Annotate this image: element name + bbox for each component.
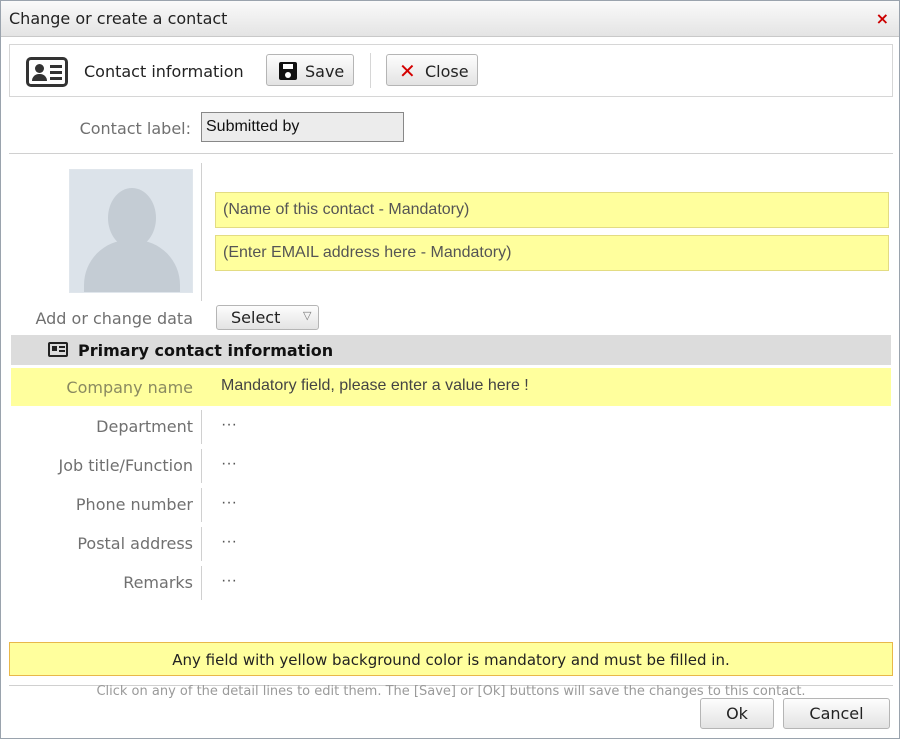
contact-dialog: Change or create a contact × Contact inf… (0, 0, 900, 739)
dialog-title: Change or create a contact (9, 9, 228, 28)
row-divider (201, 527, 202, 561)
close-x-icon: ✕ (399, 59, 416, 83)
row-label: Company name (66, 378, 193, 397)
floppy-disk-icon (279, 62, 297, 80)
row-value: ··· (221, 494, 237, 511)
row-label: Department (96, 417, 193, 436)
dialog-close-icon[interactable]: × (876, 9, 889, 28)
mandatory-notice: Any field with yellow background color i… (9, 642, 893, 676)
close-button[interactable]: ✕ Close (386, 54, 478, 86)
detail-row-job-title[interactable]: Job title/Function ··· (11, 446, 891, 484)
row-divider (201, 566, 202, 600)
detail-row-remarks[interactable]: Remarks ··· (11, 563, 891, 601)
add-data-label: Add or change data (35, 309, 193, 328)
row-label: Phone number (75, 495, 193, 514)
title-bar: Change or create a contact × (1, 1, 899, 37)
detail-row-company-name[interactable]: Company name Mandatory field, please ent… (11, 368, 891, 406)
toolbar-section-label: Contact information (84, 62, 244, 81)
detail-row-phone-number[interactable]: Phone number ··· (11, 485, 891, 523)
row-label: Job title/Function (58, 456, 193, 475)
row-divider (201, 410, 202, 444)
row-divider (201, 488, 202, 522)
row-value: ··· (221, 416, 237, 433)
section-header: Primary contact information (11, 335, 891, 365)
contact-email-field[interactable]: (Enter EMAIL address here - Mandatory) (215, 235, 889, 271)
contact-label-caption: Contact label: (79, 119, 191, 138)
ok-button[interactable]: Ok (700, 698, 774, 729)
add-data-select[interactable]: Select ▽ (216, 305, 319, 330)
divider (9, 153, 893, 154)
row-label: Postal address (77, 534, 193, 553)
row-value: ··· (221, 533, 237, 550)
toolbar-divider (370, 53, 371, 88)
id-card-icon (48, 342, 68, 357)
ok-button-label: Ok (726, 704, 748, 723)
row-value: ··· (221, 455, 237, 472)
save-button[interactable]: Save (266, 54, 354, 86)
avatar-placeholder-icon[interactable] (69, 169, 193, 293)
chevron-down-icon: ▽ (303, 309, 312, 322)
row-value: Mandatory field, please enter a value he… (221, 377, 529, 394)
contact-label-input[interactable]: Submitted by (201, 112, 404, 142)
help-hint: Click on any of the detail lines to edit… (96, 684, 806, 699)
row-label: Remarks (123, 573, 193, 592)
row-divider (201, 449, 202, 483)
select-label: Select (231, 308, 281, 327)
cancel-button-label: Cancel (809, 704, 864, 723)
detail-row-postal-address[interactable]: Postal address ··· (11, 524, 891, 562)
close-button-label: Close (425, 62, 469, 81)
save-button-label: Save (305, 62, 345, 81)
section-title: Primary contact information (78, 341, 334, 360)
row-value: ··· (221, 572, 237, 589)
cancel-button[interactable]: Cancel (783, 698, 890, 729)
detail-row-department[interactable]: Department ··· (11, 407, 891, 445)
toolbar: Contact information Save ✕ Close (9, 44, 893, 97)
divider-vertical (201, 163, 202, 301)
contact-card-icon (26, 57, 68, 87)
contact-name-field[interactable]: (Name of this contact - Mandatory) (215, 192, 889, 228)
